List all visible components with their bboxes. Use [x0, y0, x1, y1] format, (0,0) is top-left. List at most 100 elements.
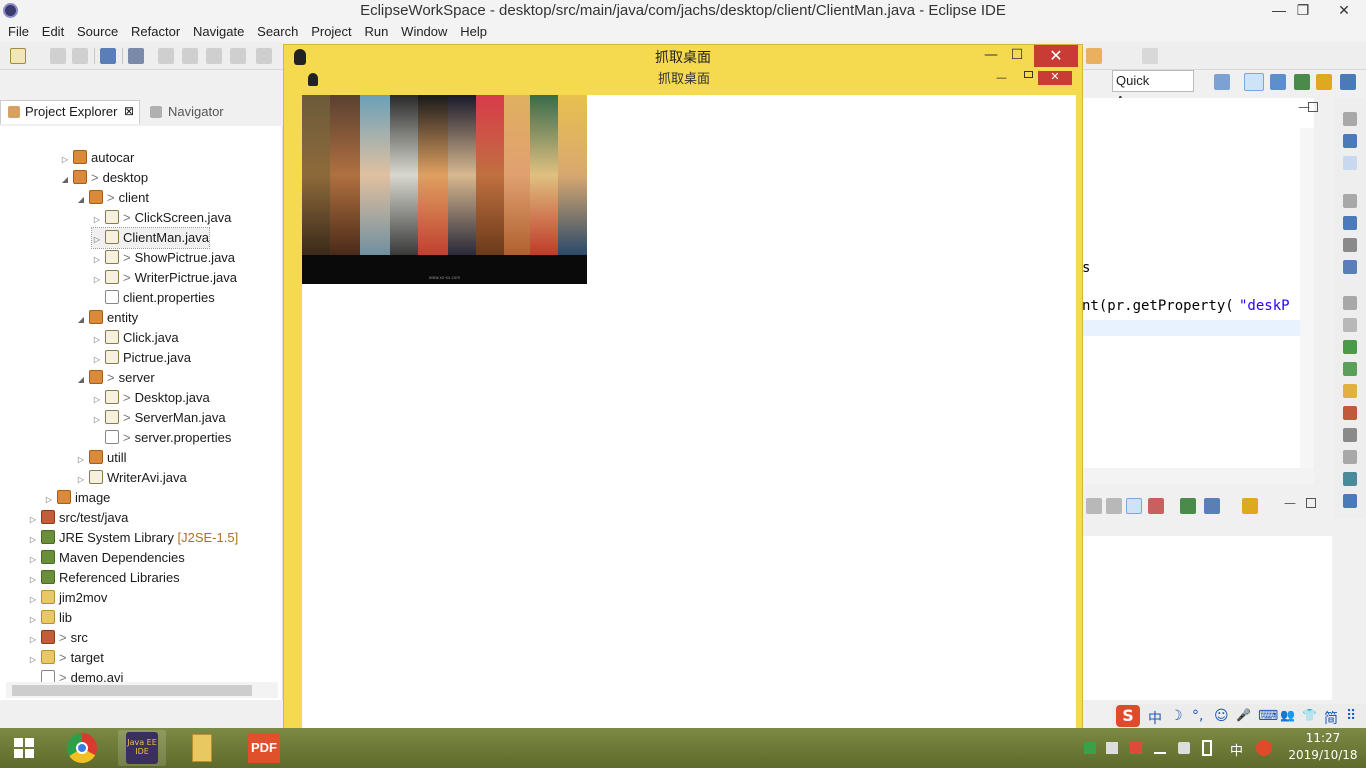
- collapsed-twisty-icon[interactable]: ▷: [28, 590, 38, 610]
- collapsed-twisty-icon[interactable]: ▷: [28, 530, 38, 550]
- outline-icon[interactable]: [1343, 216, 1357, 230]
- problems-icon[interactable]: [1343, 260, 1357, 274]
- java-editor[interactable]: — s nt(pr.getProperty( "deskP: [1082, 98, 1318, 482]
- tree-item-click-java[interactable]: ▷ Click.java: [92, 328, 179, 348]
- tree-item-pictrue-java[interactable]: ▷ Pictrue.java: [92, 348, 191, 368]
- menu-window[interactable]: Window: [397, 22, 451, 42]
- capture-canvas[interactable]: www.xx-xx.com: [302, 95, 1076, 768]
- editor-vertical-scrollbar[interactable]: [1300, 128, 1314, 468]
- ime-moon-icon[interactable]: ☽: [1170, 708, 1183, 724]
- expanded-twisty-icon[interactable]: ◢: [76, 310, 86, 330]
- pdf-app-button[interactable]: PDF: [240, 730, 288, 766]
- collapsed-twisty-icon[interactable]: ▷: [92, 330, 102, 350]
- ime-voice-icon[interactable]: 🎤: [1236, 708, 1251, 722]
- menu-refactor[interactable]: Refactor: [127, 22, 184, 42]
- menu-search[interactable]: Search: [253, 22, 302, 42]
- restore-icon-3[interactable]: [1343, 296, 1357, 310]
- tray-nvidia-icon[interactable]: [1084, 742, 1096, 754]
- data-source-icon[interactable]: [1343, 340, 1357, 354]
- tree-item-desktop-java[interactable]: ▷ > Desktop.java: [92, 388, 210, 408]
- step-into-icon[interactable]: [256, 48, 272, 64]
- collapsed-twisty-icon[interactable]: ▷: [76, 470, 86, 490]
- tree-item-showpictrue-java[interactable]: ▷ > ShowPictrue.java: [92, 248, 235, 268]
- expanded-twisty-icon[interactable]: ◢: [60, 170, 70, 190]
- task-list-icon[interactable]: [1343, 238, 1357, 252]
- collapsed-twisty-icon[interactable]: ▷: [28, 510, 38, 530]
- svn-perspective-icon[interactable]: [1316, 74, 1332, 90]
- tray-language[interactable]: 中: [1230, 740, 1243, 759]
- restore-icon[interactable]: [1343, 112, 1357, 126]
- console-maximize-icon[interactable]: [1306, 498, 1316, 508]
- menu-help[interactable]: Help: [456, 22, 491, 42]
- tree-item-src-test-java[interactable]: ▷ src/test/java: [28, 508, 128, 528]
- close-button[interactable]: ✕: [1322, 0, 1366, 22]
- collapsed-twisty-icon[interactable]: ▷: [60, 150, 70, 170]
- skip-breakpoints-icon[interactable]: [128, 48, 144, 64]
- tray-sogou-icon[interactable]: [1256, 740, 1272, 756]
- file-explorer-app-button[interactable]: [178, 730, 226, 766]
- menu-source[interactable]: Source: [73, 22, 122, 42]
- tree-item-maven-dependencies[interactable]: ▷ Maven Dependencies: [28, 548, 185, 568]
- grab-close-button[interactable]: ✕: [1034, 45, 1078, 67]
- eclipse-title-bar[interactable]: EclipseWorkSpace - desktop/src/main/java…: [0, 0, 1366, 22]
- tree-item-autocar[interactable]: ▷ autocar: [60, 148, 134, 168]
- tray-network-icon[interactable]: [1154, 742, 1166, 754]
- ime-keyboard-icon[interactable]: ⌨: [1258, 708, 1278, 724]
- tree-item-client-properties[interactable]: client.properties: [92, 288, 215, 308]
- windows-start-button[interactable]: [4, 730, 44, 766]
- resume-icon[interactable]: [158, 48, 174, 64]
- save-icon[interactable]: [50, 48, 66, 64]
- scrollbar-thumb[interactable]: [12, 685, 252, 696]
- editor-maximize-icon[interactable]: [1308, 102, 1318, 112]
- editor-horizontal-scrollbar[interactable]: [1082, 468, 1314, 484]
- tree-item-clientman-java[interactable]: ▷ ClientMan.java: [91, 227, 210, 250]
- remove-launch-icon[interactable]: [1148, 498, 1164, 514]
- forward-icon[interactable]: [1142, 48, 1158, 64]
- tab-navigator[interactable]: Navigator: [168, 104, 224, 119]
- menu-file[interactable]: File: [4, 22, 33, 42]
- menu-project[interactable]: Project: [307, 22, 355, 42]
- collapsed-twisty-icon[interactable]: ▷: [92, 350, 102, 370]
- collapsed-twisty-icon[interactable]: ▷: [28, 550, 38, 570]
- collapsed-twisty-icon[interactable]: ▷: [92, 250, 102, 270]
- collapsed-twisty-icon[interactable]: ▷: [76, 450, 86, 470]
- tree-item-server-properties[interactable]: > server.properties: [92, 428, 231, 448]
- sogou-logo-icon[interactable]: S: [1116, 705, 1140, 727]
- ime-emoji-icon[interactable]: ☺: [1214, 708, 1229, 724]
- ime-simplified-icon[interactable]: 简: [1324, 708, 1338, 728]
- collapsed-twisty-icon[interactable]: ▷: [28, 650, 38, 670]
- servers-icon[interactable]: [1343, 318, 1357, 332]
- menu-navigate[interactable]: Navigate: [189, 22, 248, 42]
- ime-punctuation-icon[interactable]: °,: [1192, 708, 1203, 724]
- java-ee-perspective-icon[interactable]: [1244, 73, 1264, 91]
- expanded-twisty-icon[interactable]: ◢: [76, 370, 86, 390]
- collapsed-twisty-icon[interactable]: ▷: [92, 210, 102, 230]
- save-all-icon[interactable]: [72, 48, 88, 64]
- suspend-icon[interactable]: [182, 48, 198, 64]
- menu-edit[interactable]: Edit: [38, 22, 68, 42]
- new-icon[interactable]: [10, 48, 26, 64]
- tree-item-clickscreen-java[interactable]: ▷ > ClickScreen.java: [92, 208, 231, 228]
- collapsed-twisty-icon[interactable]: ▷: [92, 390, 102, 410]
- tree-item-client[interactable]: ◢ > client: [76, 188, 149, 208]
- collapsed-twisty-icon[interactable]: ▷: [28, 630, 38, 650]
- tree-item-jim2mov[interactable]: ▷ jim2mov: [28, 588, 107, 608]
- chrome-app-button[interactable]: [58, 730, 106, 766]
- tray-flag-icon[interactable]: [1130, 742, 1142, 754]
- view-icon[interactable]: [1343, 156, 1357, 170]
- tree-item-lib[interactable]: ▷ lib: [28, 608, 72, 628]
- collapsed-twisty-icon[interactable]: ▷: [92, 410, 102, 430]
- tab-close-icon[interactable]: ⊠: [124, 104, 134, 118]
- tree-item-writeravi-java[interactable]: ▷ WriterAvi.java: [76, 468, 187, 488]
- help-icon[interactable]: [1343, 134, 1357, 148]
- tree-item-jre-system-library[interactable]: ▷ JRE System Library [J2SE-1.5]: [28, 528, 238, 548]
- terminate-icon[interactable]: [206, 48, 222, 64]
- grab-title-bar[interactable]: 抓取桌面 — ☐ ✕: [284, 45, 1082, 71]
- open-console-icon[interactable]: [1242, 498, 1258, 514]
- git-icon[interactable]: [1343, 494, 1357, 508]
- collapsed-twisty-icon[interactable]: ▷: [92, 230, 102, 250]
- restore-icon-2[interactable]: [1343, 194, 1357, 208]
- console-minimize-icon[interactable]: —: [1284, 496, 1296, 510]
- grab-maximize-button[interactable]: ☐: [1002, 45, 1032, 67]
- ant-icon[interactable]: [1343, 384, 1357, 398]
